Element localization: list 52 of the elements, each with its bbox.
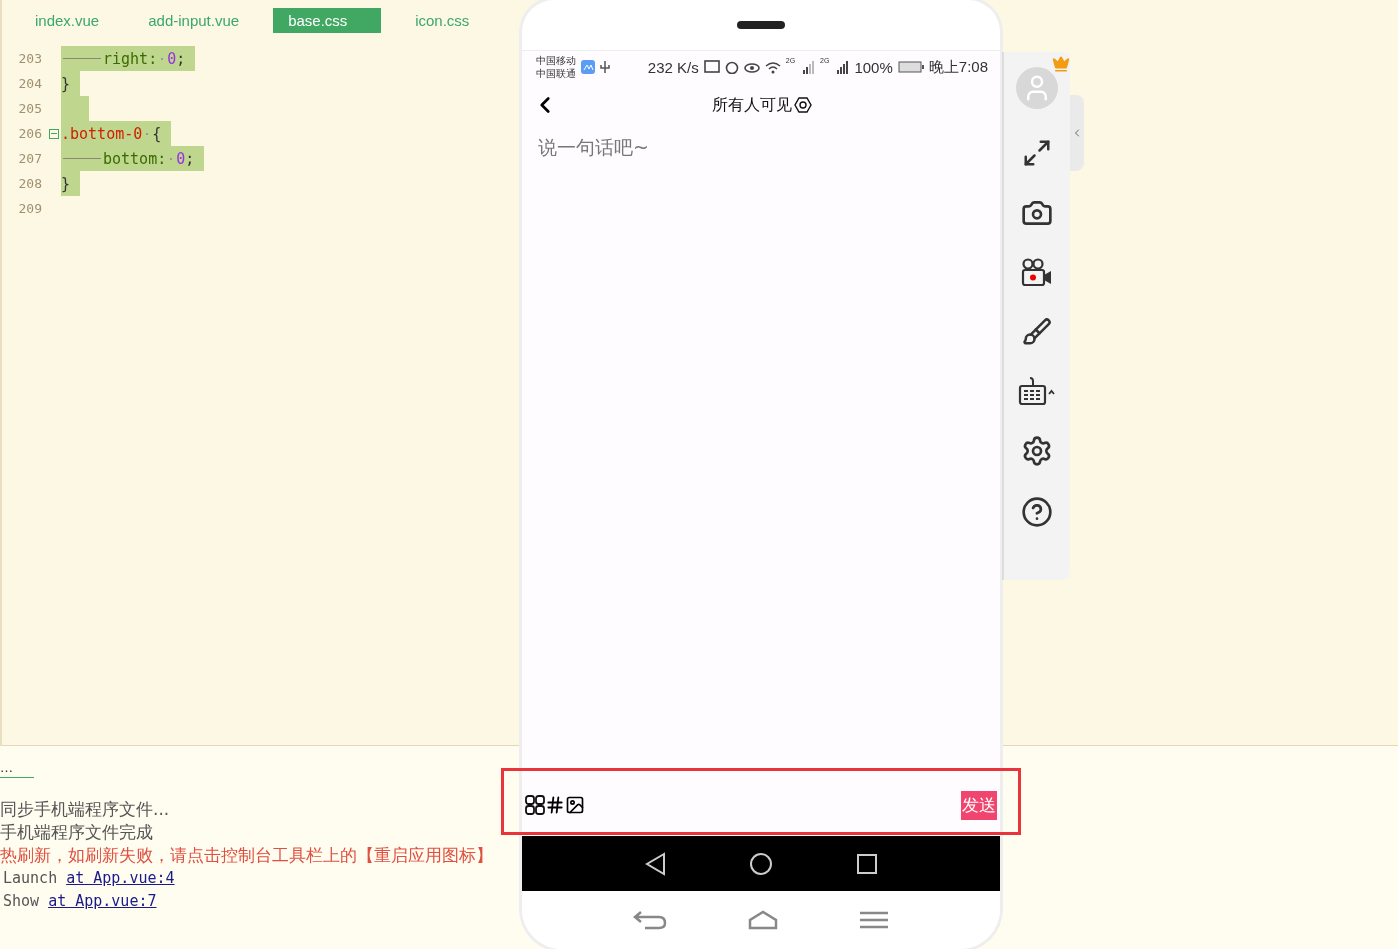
send-button[interactable]: 发送 [961,790,997,820]
eye-icon [743,61,760,73]
line-number: 207 [17,151,43,166]
fullscreen-icon[interactable] [1022,138,1052,168]
return-arrow-icon[interactable] [632,909,667,931]
keyboard-icon[interactable] [1018,376,1056,406]
post-input[interactable]: 说一句话吧~ [536,133,986,177]
speaker-icon [737,21,785,29]
line-number: 206 [17,126,43,141]
network-speed: 232 K/s [647,58,699,76]
source-link[interactable]: at App.vue:4 [66,869,175,887]
file-tab[interactable]: icon.css [400,8,485,33]
back-triangle-icon[interactable] [643,851,666,876]
home-icon[interactable] [748,910,778,930]
file-tab[interactable]: base.css [273,8,382,33]
image-icon[interactable] [565,795,585,815]
console-tab[interactable]: … [0,760,34,778]
line-number: 203 [17,51,43,66]
line-number: 204 [17,76,43,91]
help-icon[interactable] [1021,496,1053,528]
crown-icon [1052,55,1070,73]
fold-icon[interactable] [48,128,59,139]
source-link[interactable]: at App.vue:7 [48,892,157,910]
app-notification-icon [581,60,595,74]
visibility-title[interactable]: 所有人可见 [712,94,792,116]
recent-square-icon[interactable] [856,852,879,875]
console-text: Show [3,892,40,910]
collapse-handle[interactable] [1070,95,1084,171]
menu-icon[interactable] [859,911,890,929]
brush-icon[interactable] [1022,317,1052,347]
home-circle-icon[interactable] [749,851,773,876]
settings-icon[interactable] [1021,435,1053,467]
line-number: 209 [17,201,43,216]
wifi-icon [764,60,781,74]
hexagon-icon[interactable] [794,96,812,114]
battery-percent: 100% [854,58,893,76]
carrier-name: 中国移动 [536,54,576,67]
hash-icon[interactable] [545,795,565,815]
carrier-name: 中国联通 [536,67,576,80]
battery-icon [897,61,924,73]
file-tab[interactable]: index.vue [20,8,115,33]
usb-icon [600,60,610,74]
clock-time: 晚上7:08 [928,57,988,77]
file-tab[interactable]: add-input.vue [133,8,255,33]
console-text: 同步手机端程序文件... [0,798,170,821]
video-camera-icon[interactable] [1021,258,1053,288]
grid-icon[interactable] [525,795,545,815]
line-number: 205 [17,101,43,116]
console-text: 手机端程序文件完成 [0,821,153,844]
console-error: 热刷新，如刷新失败，请点击控制台工具栏上的【重启应用图标】 [0,844,493,867]
line-number: 208 [17,176,43,191]
console-text: Launch [3,869,58,887]
